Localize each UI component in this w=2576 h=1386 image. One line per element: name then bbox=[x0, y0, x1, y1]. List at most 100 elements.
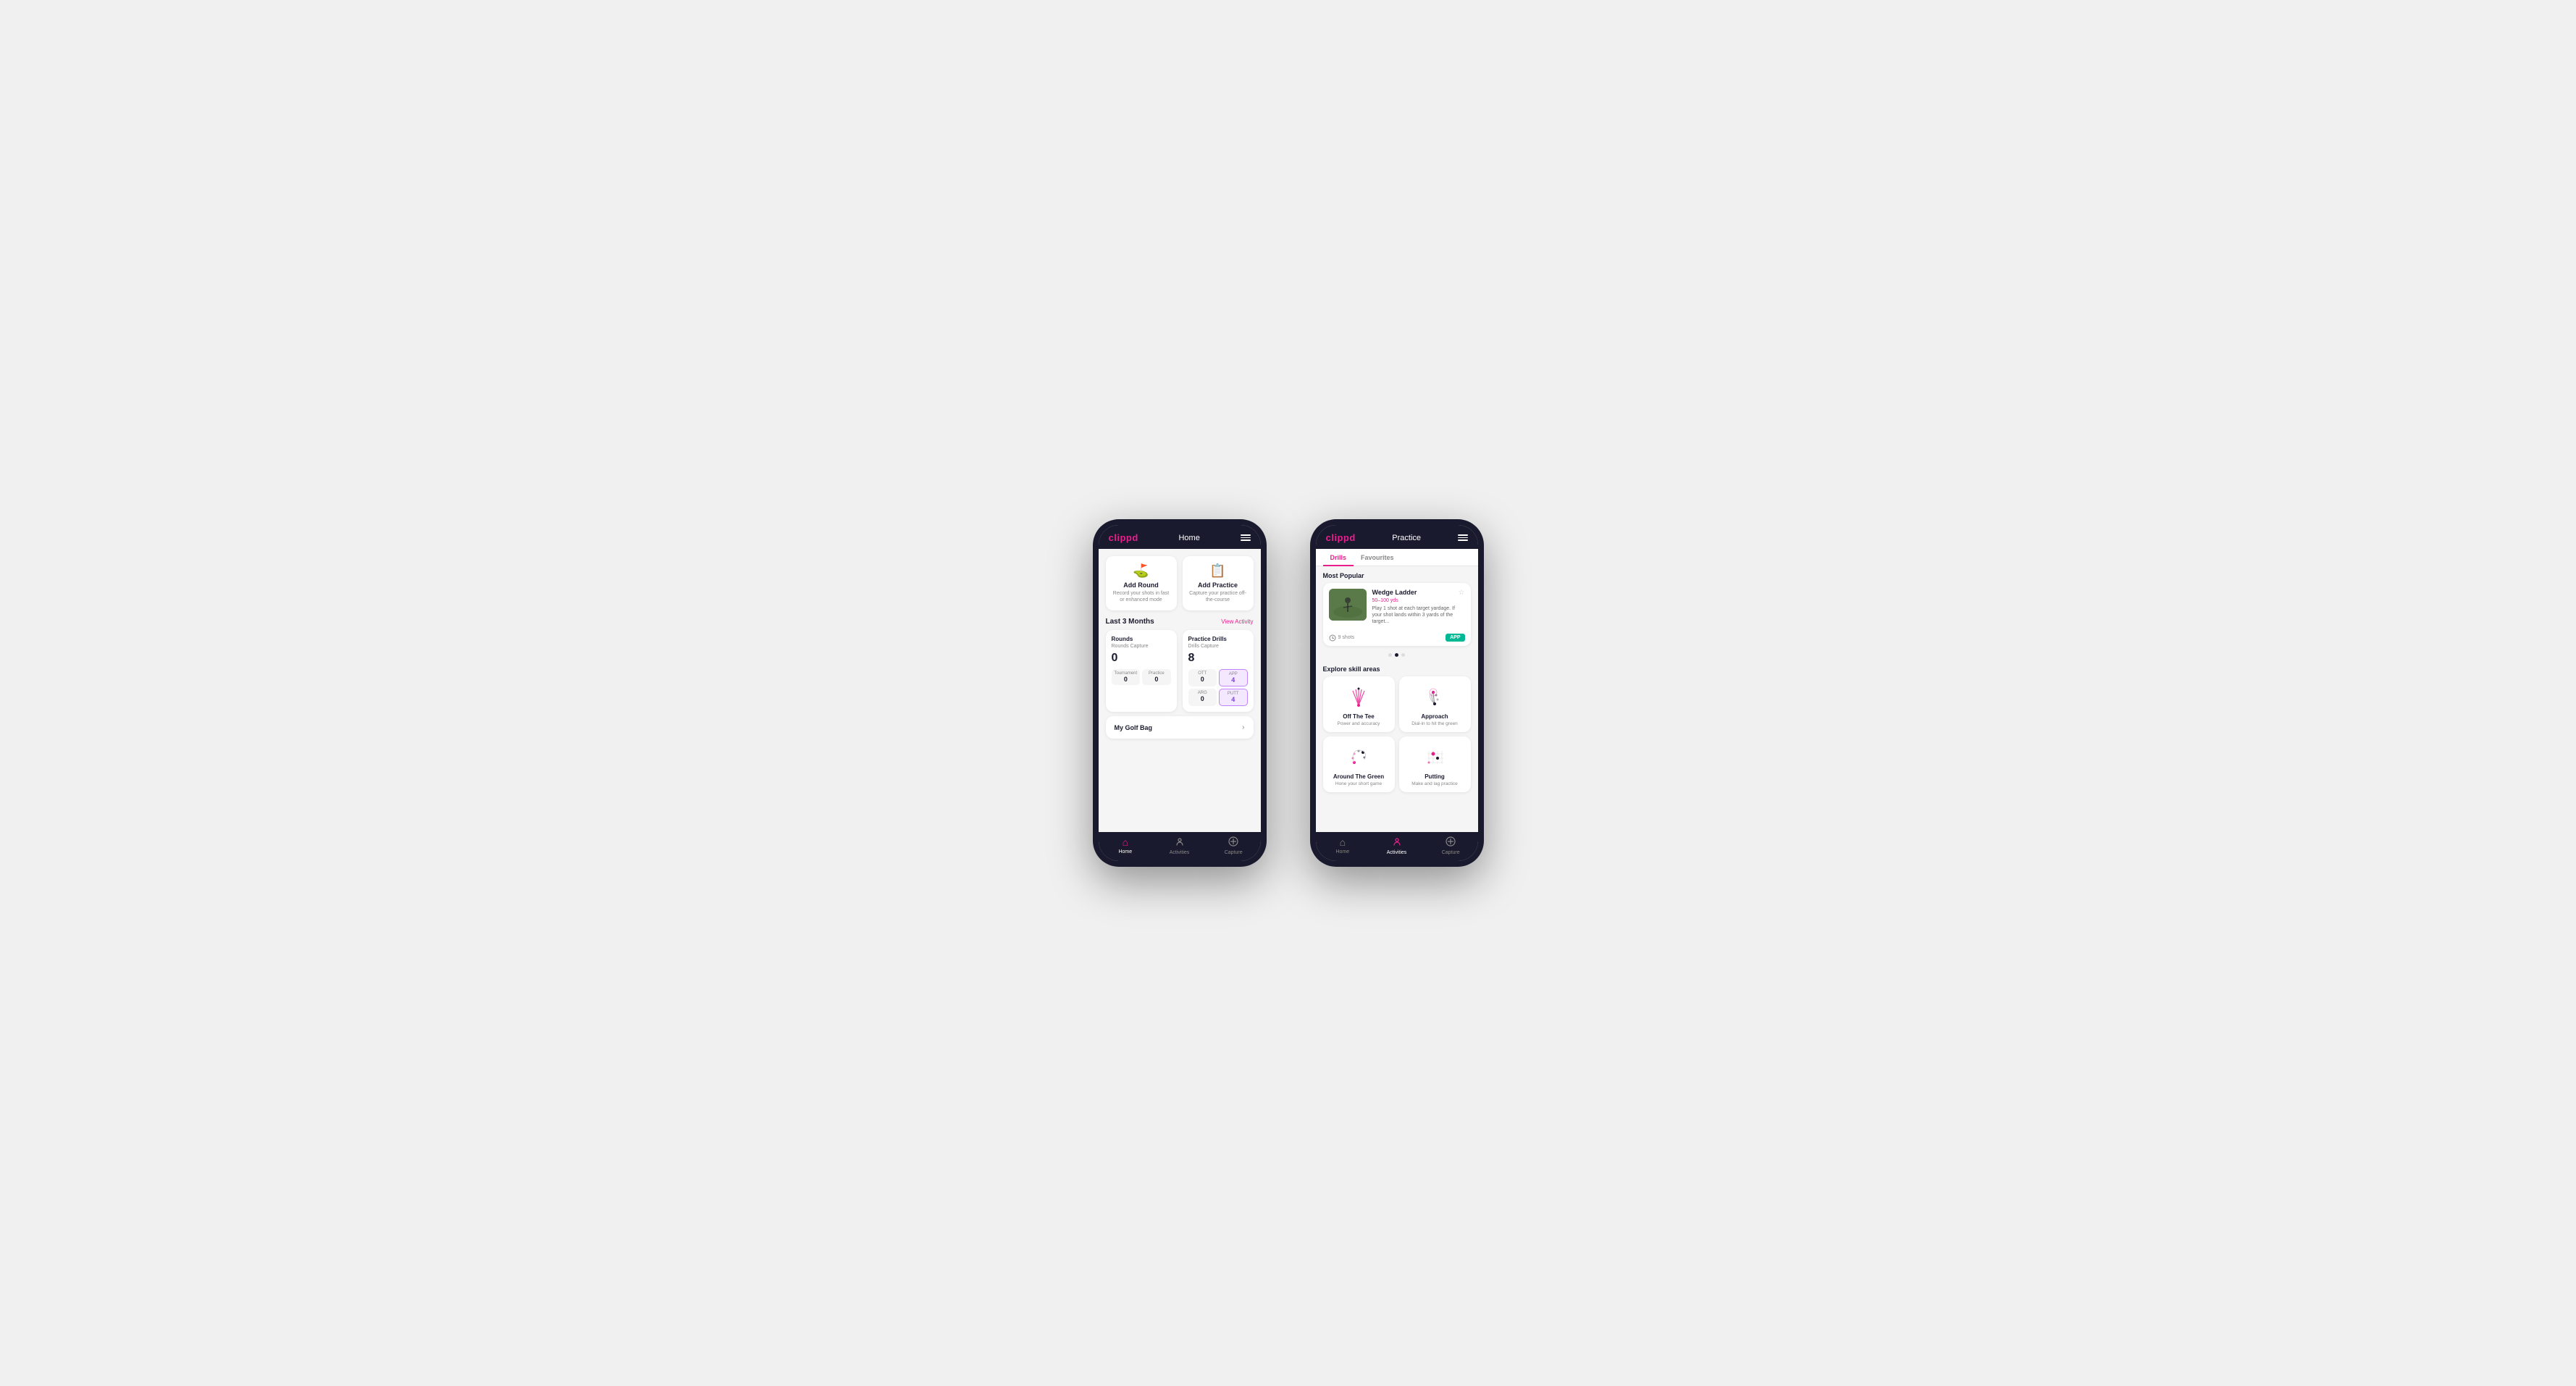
home-nav-label-p: Home bbox=[1335, 849, 1349, 854]
off-tee-icon bbox=[1347, 685, 1370, 708]
nav-activities-home[interactable]: Activities bbox=[1152, 836, 1207, 855]
off-tee-desc: Power and accuracy bbox=[1329, 721, 1389, 726]
skill-areas-grid: Off The Tee Power and accuracy bbox=[1316, 676, 1478, 798]
menu-line-p1 bbox=[1458, 534, 1468, 536]
approach-desc: Dial-in to hit the green bbox=[1405, 721, 1465, 726]
skill-areas-title: Explore skill areas bbox=[1316, 660, 1478, 676]
menu-button-practice[interactable] bbox=[1458, 534, 1468, 541]
activities-nav-label: Activities bbox=[1170, 850, 1190, 855]
chevron-right-icon: › bbox=[1242, 723, 1244, 731]
approach-icon-area bbox=[1405, 684, 1465, 710]
drill-category-badge: APP bbox=[1446, 634, 1464, 642]
capture-nav-icon bbox=[1228, 836, 1238, 849]
nav-home[interactable]: ⌂ Home bbox=[1099, 836, 1153, 855]
nav-capture-practice[interactable]: Capture bbox=[1424, 836, 1478, 855]
drills-sub-grid: OTT 0 APP 4 ARG 0 PUTT 4 bbox=[1188, 669, 1248, 706]
add-round-icon: ⛳ bbox=[1112, 563, 1171, 579]
skill-card-around-green[interactable]: Around The Green Hone your short game bbox=[1323, 736, 1395, 792]
drill-shots-count: 9 shots bbox=[1329, 634, 1355, 642]
add-practice-card[interactable]: 📋 Add Practice Capture your practice off… bbox=[1183, 556, 1254, 610]
skill-card-approach[interactable]: Approach Dial-in to hit the green bbox=[1399, 676, 1471, 732]
quick-actions: ⛳ Add Round Record your shots in fast or… bbox=[1099, 549, 1261, 615]
arg-value: 0 bbox=[1191, 695, 1214, 702]
activities-nav-icon bbox=[1175, 836, 1185, 849]
phone-practice: clippd Practice Drills Favourites Most P… bbox=[1310, 519, 1484, 867]
view-activity-link[interactable]: View Activity bbox=[1221, 618, 1253, 625]
drill-yardage: 50–100 yds bbox=[1372, 598, 1465, 603]
tab-favourites[interactable]: Favourites bbox=[1354, 549, 1401, 566]
app-value: 4 bbox=[1222, 676, 1244, 684]
capture-nav-label: Capture bbox=[1225, 850, 1243, 855]
activities-nav-label-p: Activities bbox=[1387, 850, 1407, 855]
menu-line-p2 bbox=[1458, 537, 1468, 539]
approach-name: Approach bbox=[1405, 713, 1465, 720]
drill-card-header: Wedge Ladder ☆ 50–100 yds Play 1 shot at… bbox=[1323, 583, 1471, 631]
ott-value: 0 bbox=[1191, 676, 1214, 683]
arg-stat: ARG 0 bbox=[1188, 689, 1217, 706]
shots-text: 9 shots bbox=[1338, 635, 1355, 640]
rounds-capture-label: Rounds Capture bbox=[1112, 644, 1171, 649]
bottom-nav-home: ⌂ Home Activities bbox=[1099, 832, 1261, 861]
atg-desc: Hone your short game bbox=[1329, 781, 1389, 786]
add-practice-icon: 📋 bbox=[1188, 563, 1248, 579]
drill-thumbnail bbox=[1329, 589, 1367, 621]
nav-home-practice[interactable]: ⌂ Home bbox=[1316, 836, 1370, 855]
rounds-sub-grid: Tournament 0 Practice 0 bbox=[1112, 669, 1171, 685]
page-title-home: Home bbox=[1178, 534, 1199, 542]
home-nav-icon-p: ⌂ bbox=[1340, 836, 1346, 848]
nav-capture-home[interactable]: Capture bbox=[1207, 836, 1261, 855]
menu-line-p3 bbox=[1458, 539, 1468, 541]
putting-desc: Make and lag practice bbox=[1405, 781, 1465, 786]
menu-button-home[interactable] bbox=[1241, 534, 1251, 541]
drill-thumb-image bbox=[1329, 589, 1367, 621]
stats-header: Last 3 Months View Activity bbox=[1099, 615, 1261, 630]
menu-line-1 bbox=[1241, 534, 1251, 536]
logo-home: clippd bbox=[1109, 532, 1138, 543]
most-popular-title: Most Popular bbox=[1316, 566, 1478, 583]
logo-practice: clippd bbox=[1326, 532, 1356, 543]
app-stat: APP 4 bbox=[1219, 669, 1248, 686]
golf-bag-section[interactable]: My Golf Bag › bbox=[1106, 716, 1254, 739]
drill-info-header: Wedge Ladder ☆ bbox=[1372, 589, 1465, 597]
drills-total: 8 bbox=[1188, 652, 1248, 665]
page-title-practice: Practice bbox=[1392, 534, 1421, 542]
drills-card-title: Practice Drills bbox=[1188, 636, 1248, 642]
add-practice-desc: Capture your practice off-the-course bbox=[1188, 590, 1248, 603]
header-home: clippd Home bbox=[1099, 525, 1261, 549]
dot-2 bbox=[1395, 653, 1398, 657]
skill-card-off-the-tee[interactable]: Off The Tee Power and accuracy bbox=[1323, 676, 1395, 732]
tab-drills[interactable]: Drills bbox=[1323, 549, 1354, 566]
putt-stat: PUTT 4 bbox=[1219, 689, 1248, 706]
menu-line-2 bbox=[1241, 537, 1251, 539]
practice-value: 0 bbox=[1145, 676, 1167, 683]
activities-nav-icon-p bbox=[1392, 836, 1402, 849]
putting-name: Putting bbox=[1405, 773, 1465, 780]
featured-drill-card[interactable]: Wedge Ladder ☆ 50–100 yds Play 1 shot at… bbox=[1323, 583, 1471, 646]
off-tee-name: Off The Tee bbox=[1329, 713, 1389, 720]
favourite-star-icon[interactable]: ☆ bbox=[1459, 589, 1465, 597]
bottom-nav-practice: ⌂ Home Activities bbox=[1316, 832, 1478, 861]
add-round-card[interactable]: ⛳ Add Round Record your shots in fast or… bbox=[1106, 556, 1177, 610]
header-practice: clippd Practice bbox=[1316, 525, 1478, 549]
practice-content: Most Popular bbox=[1316, 566, 1478, 832]
nav-activities-practice[interactable]: Activities bbox=[1369, 836, 1424, 855]
home-content: ⛳ Add Round Record your shots in fast or… bbox=[1099, 549, 1261, 832]
phone-home: clippd Home ⛳ Add Round Record your shot… bbox=[1093, 519, 1267, 867]
add-practice-title: Add Practice bbox=[1188, 581, 1248, 589]
off-tee-icon-area bbox=[1329, 684, 1389, 710]
practice-stat: Practice 0 bbox=[1142, 669, 1170, 685]
drill-footer: 9 shots APP bbox=[1323, 631, 1471, 646]
stats-grid: Rounds Rounds Capture 0 Tournament 0 Pra… bbox=[1099, 630, 1261, 716]
rounds-total: 0 bbox=[1112, 652, 1171, 665]
atg-name: Around The Green bbox=[1329, 773, 1389, 780]
menu-line-3 bbox=[1241, 539, 1251, 541]
home-nav-icon: ⌂ bbox=[1123, 836, 1128, 848]
capture-nav-icon-p bbox=[1446, 836, 1456, 849]
putting-icon bbox=[1423, 745, 1446, 768]
add-round-title: Add Round bbox=[1112, 581, 1171, 589]
practice-tabs: Drills Favourites bbox=[1316, 549, 1478, 566]
skill-card-putting[interactable]: Putting Make and lag practice bbox=[1399, 736, 1471, 792]
drill-name: Wedge Ladder bbox=[1372, 589, 1417, 596]
putting-icon-area bbox=[1405, 744, 1465, 770]
approach-icon bbox=[1423, 685, 1446, 708]
